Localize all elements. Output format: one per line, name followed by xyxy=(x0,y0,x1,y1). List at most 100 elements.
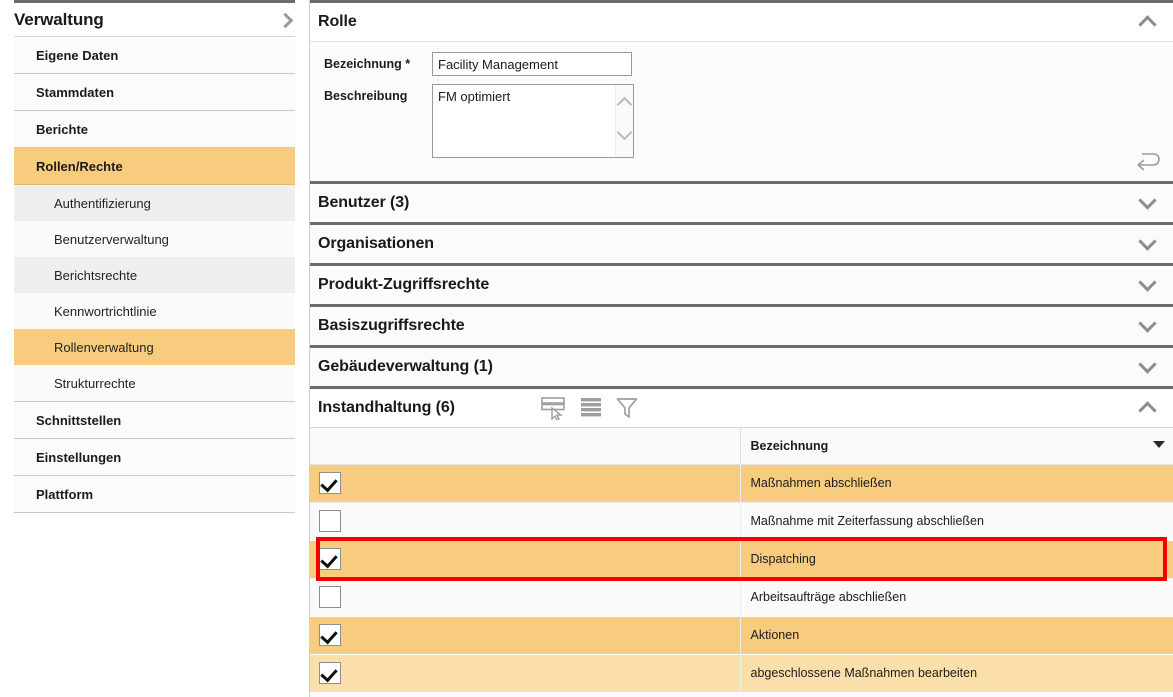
sort-caret-down-icon[interactable] xyxy=(1153,441,1165,448)
section-title-4: Gebäudeverwaltung (1) xyxy=(318,358,493,375)
table-toolbar xyxy=(541,396,639,420)
row-checkbox[interactable] xyxy=(319,662,341,685)
section-header-2[interactable]: Produkt-Zugriffsrechte xyxy=(310,266,1173,304)
sidebar-header[interactable]: Verwaltung xyxy=(14,0,295,37)
row-label: Dispatching xyxy=(750,552,816,566)
beschreibung-textarea-wrap: FM optimiert xyxy=(432,84,634,158)
row-checkbox-cell[interactable] xyxy=(310,539,741,578)
sidebar-subitem-label: Rollenverwaltung xyxy=(54,339,154,355)
sidebar-subitem-label: Benutzerverwaltung xyxy=(54,231,169,247)
sidebar-subitem-5[interactable]: Benutzerverwaltung xyxy=(14,221,295,257)
section-2: Produkt-Zugriffsrechte xyxy=(310,263,1173,304)
sidebar-subitem-8[interactable]: Rollenverwaltung xyxy=(14,329,295,365)
table-row[interactable]: Maßnahmen abschließen xyxy=(310,464,1173,502)
section-3: Basiszugriffsrechte xyxy=(310,304,1173,345)
section-header-3[interactable]: Basiszugriffsrechte xyxy=(310,307,1173,345)
row-checkbox-cell[interactable] xyxy=(310,615,741,654)
section-title-1: Organisationen xyxy=(318,235,434,252)
sidebar-item-label: Schnittstellen xyxy=(36,412,122,428)
scroll-up-icon[interactable] xyxy=(616,96,633,113)
sidebar-subitem-4[interactable]: Authentifizierung xyxy=(14,185,295,221)
row-checkbox-cell[interactable] xyxy=(310,501,741,540)
table-row[interactable]: Aktionen xyxy=(310,615,1173,654)
table-row[interactable]: Dispatching xyxy=(310,539,1173,578)
row-checkbox[interactable] xyxy=(319,510,341,532)
row-density-icon[interactable] xyxy=(579,396,603,420)
sidebar-subitem-7[interactable]: Kennwortrichtlinie xyxy=(14,293,295,329)
collapsed-sections: Benutzer (3) Organisationen Produkt-Zugrif… xyxy=(310,181,1173,386)
sidebar-subitem-label: Berichtsrechte xyxy=(54,267,138,283)
label-bezeichnung: Bezeichnung * xyxy=(324,57,411,71)
sidebar-subitem-6[interactable]: Berichtsrechte xyxy=(14,257,295,293)
chevron-up-icon[interactable] xyxy=(1137,11,1159,33)
column-chooser-icon[interactable] xyxy=(541,396,567,420)
chevron-down-icon[interactable] xyxy=(1137,233,1159,255)
table-row[interactable]: Arbeitsaufträge abschließen xyxy=(310,577,1173,616)
beschreibung-textarea[interactable]: FM optimiert xyxy=(433,85,615,157)
chevron-up-icon[interactable] xyxy=(1137,397,1159,419)
row-checkbox[interactable] xyxy=(319,586,341,608)
section-1: Organisationen xyxy=(310,222,1173,263)
section-title-instandhaltung: Instandhaltung (6) xyxy=(318,399,455,416)
section-header-0[interactable]: Benutzer (3) xyxy=(310,184,1173,222)
sidebar-nav-list: Eigene Daten Stammdaten Berichte Rollen/Rec… xyxy=(14,37,295,513)
chevron-down-icon[interactable] xyxy=(1137,356,1159,378)
sidebar-subitem-9[interactable]: Strukturrechte xyxy=(14,365,295,401)
sidebar-item-10[interactable]: Schnittstellen xyxy=(14,402,295,439)
section-rolle: Rolle Bezeichnung * Beschreibung FM opti… xyxy=(310,0,1173,181)
sidebar-item-0[interactable]: Eigene Daten xyxy=(14,37,295,74)
table-header-row: Bezeichnung xyxy=(310,428,1173,465)
row-checkbox-cell[interactable] xyxy=(310,464,741,502)
row-label: Arbeitsaufträge abschließen xyxy=(750,590,907,604)
sidebar-item-label: Einstellungen xyxy=(36,449,122,465)
row-label-cell: Maßnahme mit Zeiterfassung abschließen xyxy=(740,501,1173,540)
section-header-4[interactable]: Gebäudeverwaltung (1) xyxy=(310,348,1173,386)
scroll-down-icon[interactable] xyxy=(616,124,633,141)
main-content: Rolle Bezeichnung * Beschreibung FM opti… xyxy=(310,0,1173,697)
section-header-1[interactable]: Organisationen xyxy=(310,225,1173,263)
sidebar: Verwaltung Eigene Daten Stammdaten Bericht… xyxy=(0,0,310,697)
row-checkbox[interactable] xyxy=(319,472,341,494)
section-title-rolle: Rolle xyxy=(318,13,357,30)
row-label-cell: Aktionen xyxy=(740,615,1173,654)
sidebar-item-1[interactable]: Stammdaten xyxy=(14,74,295,111)
column-header-checkbox[interactable] xyxy=(310,428,741,465)
table-row[interactable]: Maßnahme mit Zeiterfassung abschließen xyxy=(310,501,1173,540)
bezeichnung-input[interactable] xyxy=(432,52,632,76)
section-header-instandhaltung[interactable]: Instandhaltung (6) xyxy=(310,389,1173,427)
chevron-down-icon[interactable] xyxy=(1137,192,1159,214)
table-head: Bezeichnung xyxy=(310,428,1173,465)
column-header-bezeichnung[interactable]: Bezeichnung xyxy=(740,428,1173,465)
table-bottom-filler xyxy=(310,692,1173,697)
chevron-down-icon[interactable] xyxy=(1137,274,1159,296)
sidebar-item-label: Stammdaten xyxy=(36,84,115,100)
row-checkbox[interactable] xyxy=(319,624,341,646)
undo-arrow-icon xyxy=(1137,153,1160,171)
row-checkbox-cell[interactable] xyxy=(310,577,741,616)
table-row[interactable]: abgeschlossene Maßnahmen bearbeiten xyxy=(310,653,1173,692)
chevron-down-icon[interactable] xyxy=(1137,315,1159,337)
section-title-0: Benutzer (3) xyxy=(318,194,410,211)
row-checkbox[interactable] xyxy=(319,548,341,570)
sidebar-inner: Verwaltung Eigene Daten Stammdaten Bericht… xyxy=(0,0,309,513)
section-0: Benutzer (3) xyxy=(310,181,1173,222)
row-label-cell: Arbeitsaufträge abschließen xyxy=(740,577,1173,616)
sidebar-item-11[interactable]: Einstellungen xyxy=(14,439,295,476)
section-header-rolle[interactable]: Rolle xyxy=(310,3,1173,41)
undo-button[interactable] xyxy=(1133,151,1163,177)
sidebar-item-label: Plattform xyxy=(36,486,94,502)
row-label-cell: abgeschlossene Maßnahmen bearbeiten xyxy=(740,653,1173,692)
sidebar-item-12[interactable]: Plattform xyxy=(14,476,295,513)
textarea-scrollbar[interactable] xyxy=(615,85,633,157)
row-checkbox-cell[interactable] xyxy=(310,653,741,692)
row-label-cell: Maßnahmen abschließen xyxy=(740,464,1173,502)
chevron-right-icon[interactable] xyxy=(277,11,295,29)
column-header-bezeichnung-label: Bezeichnung xyxy=(750,438,829,453)
row-label: abgeschlossene Maßnahmen bearbeiten xyxy=(750,666,978,681)
row-label-cell: Dispatching xyxy=(740,539,1173,578)
filter-funnel-icon[interactable] xyxy=(615,396,639,420)
sidebar-item-2[interactable]: Berichte xyxy=(14,111,295,148)
sidebar-item-3[interactable]: Rollen/Rechte xyxy=(14,148,295,185)
field-row-beschreibung: Beschreibung FM optimiert xyxy=(310,84,1173,158)
sidebar-subitem-label: Strukturrechte xyxy=(54,375,136,391)
